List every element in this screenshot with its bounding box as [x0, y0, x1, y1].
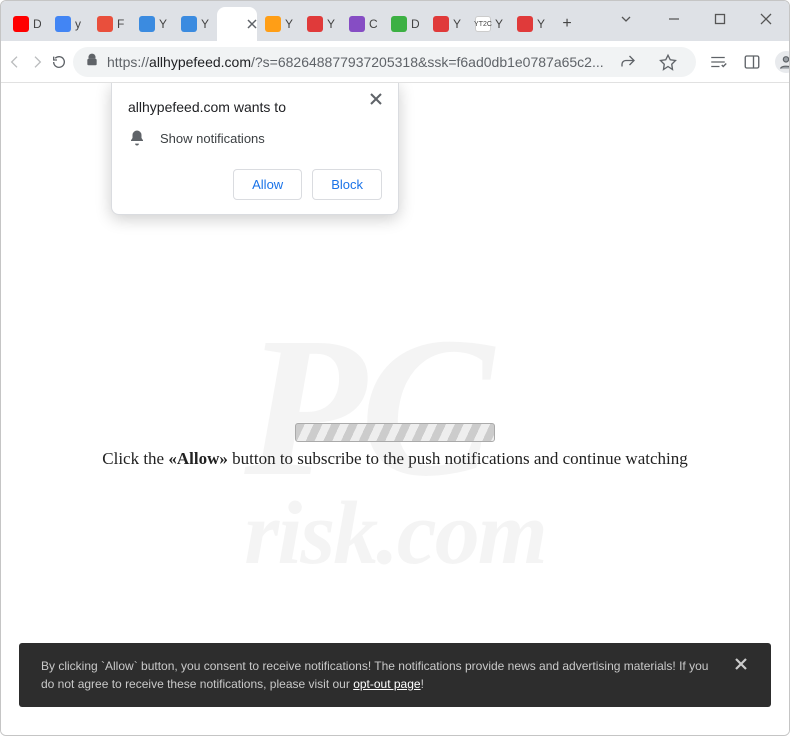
permission-item-label: Show notifications: [160, 131, 265, 146]
bell-icon: [128, 129, 146, 147]
tab-favicon: [433, 16, 449, 32]
minimize-button[interactable]: [651, 1, 697, 37]
browser-tab[interactable]: Y: [133, 7, 173, 41]
browser-tab[interactable]: Y: [511, 7, 551, 41]
close-window-button[interactable]: [743, 1, 789, 37]
share-icon[interactable]: [612, 47, 644, 77]
url-text: https://allhypefeed.com/?s=6826488779372…: [107, 54, 604, 70]
tab-favicon: [517, 16, 533, 32]
browser-tab[interactable]: C: [343, 7, 383, 41]
browser-tab[interactable]: YT2C Y: [469, 7, 509, 41]
tab-label: Y: [537, 17, 545, 31]
block-button[interactable]: Block: [312, 169, 382, 200]
new-tab-button[interactable]: +: [553, 7, 581, 41]
lock-icon: [85, 53, 99, 70]
forward-button[interactable]: [29, 47, 45, 77]
tab-label: Y: [285, 17, 293, 31]
tab-label: D: [411, 17, 419, 31]
window-controls: [651, 1, 789, 37]
browser-tab[interactable]: Y: [259, 7, 299, 41]
tab-favicon: [349, 16, 365, 32]
tab-favicon: [13, 16, 29, 32]
tab-label: Y: [453, 17, 461, 31]
browser-tab[interactable]: D: [385, 7, 425, 41]
tab-favicon: [223, 16, 239, 32]
side-panel-icon[interactable]: [736, 47, 768, 77]
tab-favicon: [391, 16, 407, 32]
tab-label: Y: [327, 17, 335, 31]
permission-buttons: Allow Block: [128, 169, 382, 200]
tab-label: Y: [159, 17, 167, 31]
browser-tab[interactable]: P: [217, 7, 257, 41]
consent-text: By clicking `Allow` button, you consent …: [41, 659, 708, 691]
tab-label: F: [117, 17, 124, 31]
bookmark-star-icon[interactable]: [652, 47, 684, 77]
tab-close-icon[interactable]: [247, 19, 257, 29]
tab-favicon: [307, 16, 323, 32]
tab-favicon: [55, 16, 71, 32]
browser-toolbar: https://allhypefeed.com/?s=6826488779372…: [1, 41, 789, 83]
permission-item: Show notifications: [128, 129, 382, 147]
tab-label: C: [369, 17, 377, 31]
browser-window: DyFYYPYYCDYYT2CYY+ https://allhypefeed.c…: [0, 0, 790, 736]
notification-permission-popup: allhypefeed.com wants to Show notificati…: [111, 83, 399, 215]
profile-avatar[interactable]: [770, 47, 790, 77]
close-icon[interactable]: [370, 93, 388, 111]
back-button[interactable]: [7, 47, 23, 77]
tab-label: Y: [201, 17, 209, 31]
tab-favicon: [265, 16, 281, 32]
browser-tab[interactable]: Y: [427, 7, 467, 41]
browser-tab[interactable]: D: [7, 7, 47, 41]
tab-favicon: [97, 16, 113, 32]
tab-favicon: YT2C: [475, 16, 491, 32]
consent-banner: By clicking `Allow` button, you consent …: [19, 643, 771, 707]
tab-favicon: [181, 16, 197, 32]
consent-close-icon[interactable]: [735, 657, 755, 677]
allow-button[interactable]: Allow: [233, 169, 302, 200]
toolbar-icons: [702, 47, 790, 77]
reading-list-icon[interactable]: [702, 47, 734, 77]
instruction-text: Click the «Allow» button to subscribe to…: [102, 449, 687, 469]
page-content: PCrisk.com Click the «Allow» button to s…: [1, 83, 789, 735]
tab-favicon: [139, 16, 155, 32]
tab-label: y: [75, 17, 81, 31]
browser-tab[interactable]: F: [91, 7, 131, 41]
maximize-button[interactable]: [697, 1, 743, 37]
permission-title: allhypefeed.com wants to: [128, 99, 382, 115]
opt-out-link[interactable]: opt-out page: [353, 677, 420, 691]
tab-label: D: [33, 17, 41, 31]
browser-tab[interactable]: Y: [175, 7, 215, 41]
browser-tab[interactable]: y: [49, 7, 89, 41]
loading-progress-bar: [295, 423, 495, 442]
address-bar[interactable]: https://allhypefeed.com/?s=6826488779372…: [73, 47, 696, 77]
browser-tab[interactable]: Y: [301, 7, 341, 41]
reload-button[interactable]: [51, 47, 67, 77]
tab-label: Y: [495, 17, 503, 31]
chevron-down-icon[interactable]: [603, 1, 649, 37]
